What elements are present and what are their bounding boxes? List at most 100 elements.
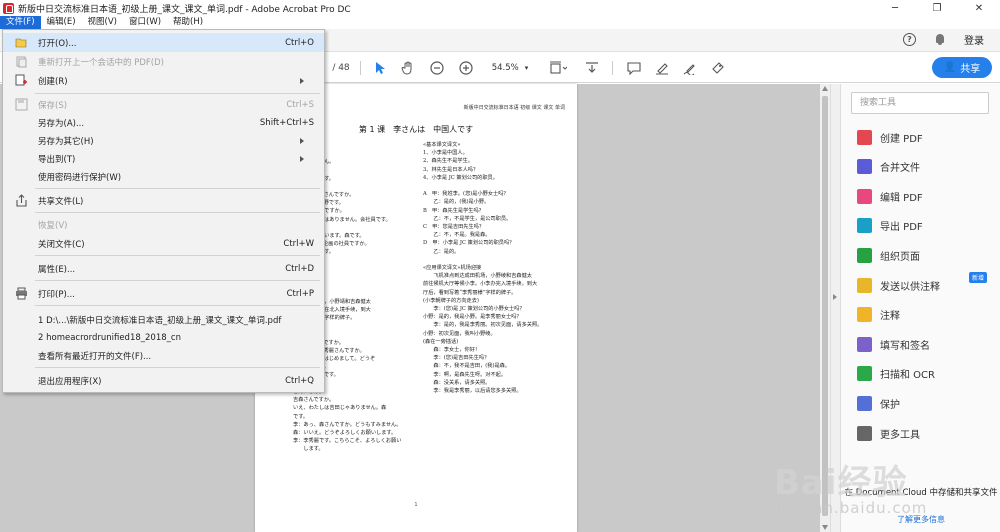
pen-icon: [857, 336, 872, 352]
hand-tool-icon[interactable]: [398, 58, 418, 78]
tool-combine-files[interactable]: 合并文件: [857, 157, 920, 177]
tool-edit-pdf[interactable]: 编辑 PDF: [857, 186, 923, 206]
menu-separator: [35, 188, 320, 189]
chevron-down-icon: ▾: [524, 64, 529, 72]
tool-label: 创建 PDF: [880, 133, 923, 145]
tool-scan-and-ocr[interactable]: 扫描和 OCR: [857, 364, 935, 384]
menu-separator: [35, 255, 320, 256]
select-tool-icon[interactable]: [370, 58, 390, 78]
menu-file[interactable]: 文件(F): [0, 16, 41, 29]
tool-label: 扫描和 OCR: [880, 370, 935, 382]
menu-item-open[interactable]: 打开(O)... Ctrl+O: [3, 33, 324, 52]
help-icon[interactable]: ?: [903, 33, 916, 46]
tool-label: 填写和签名: [880, 340, 930, 352]
menu-view[interactable]: 视图(V): [82, 16, 123, 29]
comment-icon: [857, 307, 872, 323]
menu-item-recent-1[interactable]: 1 D:\...\新版中日交流标准日本语_初级上册_课文_课文_单词.pdf: [3, 310, 324, 329]
menu-item-save[interactable]: 保存(S) Ctrl+S: [3, 95, 324, 114]
tool-label: 保护: [880, 399, 900, 411]
menu-item-exit[interactable]: 退出应用程序(X) Ctrl+Q: [3, 371, 324, 390]
page-total: / 48: [332, 63, 350, 73]
tool-label: 合并文件: [880, 163, 920, 175]
menu-item-save-as[interactable]: 另存为(A)... Shift+Ctrl+S: [3, 113, 324, 132]
reopen-icon: [15, 55, 28, 68]
menu-item-view-all-recent[interactable]: 查看所有最近打开的文件(F)...: [3, 346, 324, 365]
document-plus-icon: [857, 129, 872, 145]
tool-export-pdf[interactable]: 导出 PDF: [857, 216, 923, 236]
tool-fill-and-sign[interactable]: 填写和签名: [857, 334, 930, 354]
tool-comment[interactable]: 注释: [857, 305, 900, 325]
share-user-icon: 👤: [943, 62, 957, 73]
create-icon: [15, 74, 28, 87]
menu-item-reopen[interactable]: 重新打开上一个会话中的 PDF(D): [3, 52, 324, 71]
tool-more-tools[interactable]: 更多工具: [857, 423, 920, 443]
tool-protect[interactable]: 保护: [857, 393, 900, 413]
notification-bell-icon[interactable]: [934, 33, 946, 46]
menu-item-revert[interactable]: 恢复(V): [3, 215, 324, 234]
comment-icon[interactable]: [624, 58, 644, 78]
title-bar: 新版中日交流标准日本语_初级上册_课文_课文_单词.pdf - Adobe Ac…: [0, 0, 1000, 16]
chevron-right-icon: [833, 294, 837, 300]
zoom-in-icon[interactable]: [456, 58, 476, 78]
zoom-level-select[interactable]: 54.5% ▾: [486, 58, 534, 78]
toolbar-separator: [612, 61, 613, 75]
tool-create-pdf[interactable]: 创建 PDF: [857, 127, 923, 147]
menu-window[interactable]: 窗口(W): [123, 16, 167, 29]
zoom-level-value: 54.5%: [491, 63, 519, 73]
acrobat-app-icon: [3, 2, 14, 14]
menu-separator: [35, 305, 320, 306]
tool-label: 组织页面: [880, 251, 920, 263]
menu-item-protect-password[interactable]: 使用密码进行保护(W): [3, 167, 324, 186]
learn-more-link[interactable]: 了解更多信息: [841, 514, 1000, 525]
close-button[interactable]: ✕: [958, 0, 1000, 16]
sign-icon[interactable]: [680, 58, 700, 78]
more-tools-icon: [857, 425, 872, 441]
scan-icon: [857, 366, 872, 382]
tool-label: 编辑 PDF: [880, 192, 923, 204]
file-menu-dropdown: 打开(O)... Ctrl+O 重新打开上一个会话中的 PDF(D) 创建(R)…: [2, 29, 325, 393]
vertical-scrollbar[interactable]: [820, 84, 830, 532]
menu-item-properties[interactable]: 属性(E)... Ctrl+D: [3, 259, 324, 278]
scroll-mode-icon[interactable]: [582, 58, 602, 78]
scroll-down-icon[interactable]: [822, 525, 828, 530]
export-icon: [857, 218, 872, 234]
menu-item-close-file[interactable]: 关闭文件(C) Ctrl+W: [3, 234, 324, 253]
submenu-arrow-icon: [300, 138, 304, 144]
menu-item-create[interactable]: 创建(R): [3, 71, 324, 90]
tool-organize-pages[interactable]: 组织页面: [857, 245, 920, 265]
tools-pane: 搜索工具 创建 PDF 合并文件编辑 PDF 导出 PDF 组织页面发送以供注释注释填…: [840, 84, 1000, 532]
document-cloud-text: 在 Document Cloud 中存储和共享文件: [844, 488, 998, 498]
restore-button[interactable]: ❐: [916, 0, 958, 16]
highlight-pen-icon[interactable]: [652, 58, 672, 78]
scrollbar-thumb[interactable]: [822, 96, 828, 516]
tool-label: 发送以供注释: [880, 281, 940, 293]
share-button[interactable]: 👤 共享: [932, 57, 992, 78]
menu-item-save-as-other[interactable]: 另存为其它(H): [3, 131, 324, 150]
menu-separator: [35, 367, 320, 368]
scroll-up-icon[interactable]: [822, 86, 828, 91]
tool-send-for-comments[interactable]: 发送以供注释: [857, 275, 940, 295]
menu-bar: 文件(F) 编辑(E) 视图(V) 窗口(W) 帮助(H): [0, 16, 1000, 29]
toolbar-separator: [360, 61, 361, 75]
page-fit-icon[interactable]: [546, 58, 570, 78]
pane-collapse-handle[interactable]: [830, 84, 840, 532]
folder-open-icon: [15, 36, 28, 49]
window-title: 新版中日交流标准日本语_初级上册_课文_课文_单词.pdf - Adobe Ac…: [18, 4, 351, 15]
minimize-button[interactable]: ─: [874, 0, 916, 16]
menu-separator: [35, 212, 320, 213]
stamp-icon[interactable]: [708, 58, 728, 78]
menu-help[interactable]: 帮助(H): [167, 16, 209, 29]
zoom-out-icon[interactable]: [427, 58, 447, 78]
shield-icon: [857, 395, 872, 411]
menu-item-share-file[interactable]: 共享文件(L): [3, 191, 324, 210]
menu-item-export-to[interactable]: 导出到(T): [3, 149, 324, 168]
submenu-arrow-icon: [300, 78, 304, 84]
login-button[interactable]: 登录: [964, 32, 984, 47]
search-tools-input[interactable]: 搜索工具: [851, 92, 989, 114]
menu-edit[interactable]: 编辑(E): [41, 16, 82, 29]
send-icon: [857, 277, 872, 293]
menu-item-recent-2[interactable]: 2 homeacrordrunified18_2018_cn: [3, 328, 324, 347]
menu-item-print[interactable]: 打印(P)... Ctrl+P: [3, 284, 324, 303]
new-badge: 新增: [969, 272, 988, 283]
tool-label: 更多工具: [880, 429, 920, 441]
